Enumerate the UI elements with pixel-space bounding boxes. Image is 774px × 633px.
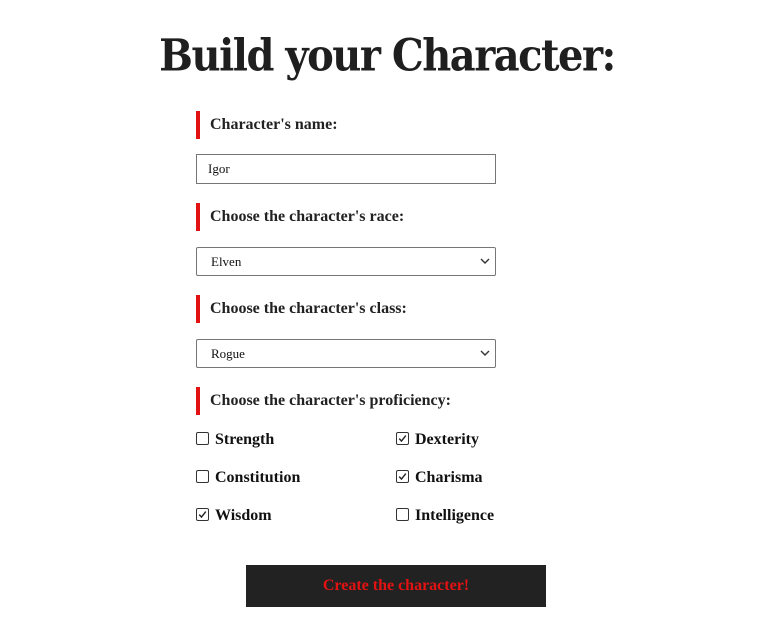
checkmark-icon xyxy=(398,472,407,480)
create-character-button[interactable]: Create the character! xyxy=(246,565,546,607)
race-label: Choose the character's race: xyxy=(196,203,404,231)
proficiency-intelligence[interactable]: Intelligence xyxy=(396,506,494,526)
checkbox-label: Wisdom xyxy=(215,507,272,524)
page-title: Build your Character: xyxy=(159,30,616,82)
chevron-down-icon xyxy=(480,350,490,356)
checkmark-icon xyxy=(398,434,407,442)
class-label: Choose the character's class: xyxy=(196,295,407,323)
proficiency-constitution[interactable]: Constitution xyxy=(196,468,300,488)
checkmark-icon xyxy=(198,510,207,518)
checkbox-label: Charisma xyxy=(415,469,483,486)
checkbox-label: Strength xyxy=(215,431,275,448)
checkbox[interactable] xyxy=(196,431,209,445)
proficiency-charisma[interactable]: Charisma xyxy=(396,468,483,488)
checkbox-label: Dexterity xyxy=(415,431,479,448)
checkbox-label: Constitution xyxy=(215,469,301,486)
name-label: Character's name: xyxy=(196,111,338,139)
checkbox[interactable] xyxy=(396,431,409,445)
name-input[interactable] xyxy=(196,154,496,184)
checkbox[interactable] xyxy=(196,469,209,483)
proficiency-label: Choose the character's proficiency: xyxy=(196,387,451,415)
race-select-value: Elven xyxy=(211,254,242,269)
checkbox[interactable] xyxy=(396,507,409,521)
race-select[interactable]: Elven xyxy=(196,247,496,276)
checkbox[interactable] xyxy=(196,507,209,521)
proficiency-strength[interactable]: Strength xyxy=(196,430,274,450)
class-select-value: Rogue xyxy=(211,346,245,361)
checkbox[interactable] xyxy=(396,469,409,483)
proficiency-dexterity[interactable]: Dexterity xyxy=(396,430,479,450)
class-select[interactable]: Rogue xyxy=(196,339,496,368)
proficiency-wisdom[interactable]: Wisdom xyxy=(196,506,272,526)
checkbox-label: Intelligence xyxy=(415,507,495,524)
chevron-down-icon xyxy=(480,258,490,264)
